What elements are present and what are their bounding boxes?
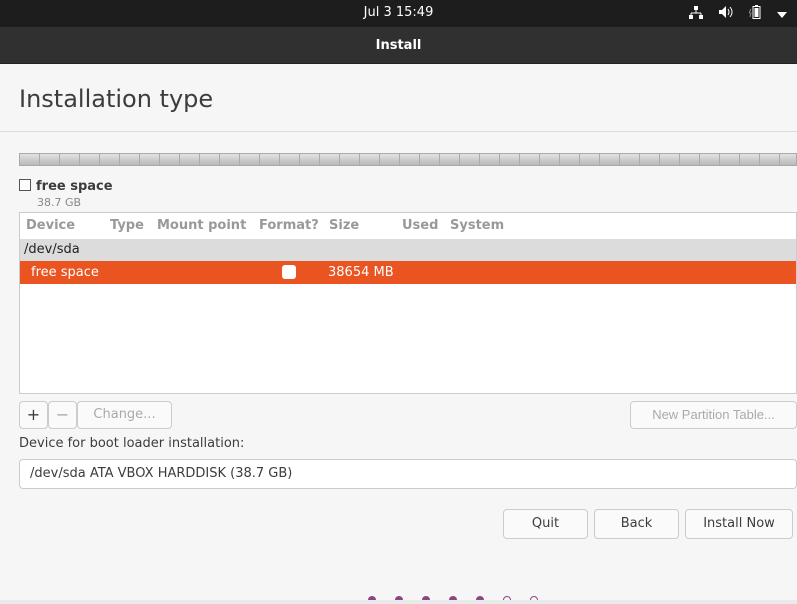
install-now-button[interactable]: Install Now: [685, 509, 793, 539]
window-title: Install: [0, 27, 797, 64]
remove-partition-button[interactable]: −: [48, 401, 77, 429]
top-bar: Jul 3 15:49: [0, 0, 797, 27]
legend-swatch: [19, 179, 31, 191]
legend-name: free space: [36, 179, 113, 194]
partition-legend: free space 38.7 GB: [19, 175, 113, 209]
page-title: Installation type: [19, 85, 214, 113]
change-button[interactable]: Change...: [77, 401, 172, 429]
volume-icon[interactable]: [719, 6, 733, 21]
bottom-edge: [0, 600, 797, 604]
partition-table[interactable]: Device Type Mount point Format? Size Use…: [19, 212, 797, 394]
col-device[interactable]: Device: [26, 218, 75, 233]
chevron-down-icon[interactable]: [777, 7, 787, 21]
table-header: Device Type Mount point Format? Size Use…: [20, 213, 796, 239]
battery-icon[interactable]: [748, 5, 761, 22]
col-used[interactable]: Used: [402, 218, 438, 233]
col-type[interactable]: Type: [110, 218, 144, 233]
partition-bar: [19, 153, 797, 166]
col-size[interactable]: Size: [329, 218, 359, 233]
legend-size: 38.7 GB: [37, 196, 82, 209]
divider: [0, 131, 797, 132]
add-partition-button[interactable]: +: [19, 401, 48, 429]
bootloader-label: Device for boot loader installation:: [19, 436, 245, 451]
bootloader-select[interactable]: /dev/sda ATA VBOX HARDDISK (38.7 GB): [19, 459, 797, 489]
table-row[interactable]: free space 38654 MB: [20, 261, 796, 284]
network-icon[interactable]: [689, 5, 703, 22]
clock[interactable]: Jul 3 15:49: [0, 5, 797, 20]
row-size: 38654 MB: [328, 265, 394, 280]
new-partition-table-button[interactable]: New Partition Table...: [630, 401, 797, 429]
col-mount-point[interactable]: Mount point: [157, 218, 246, 233]
row-device: free space: [31, 265, 99, 280]
col-system[interactable]: System: [450, 218, 504, 233]
system-tray[interactable]: [689, 5, 787, 22]
quit-button[interactable]: Quit: [503, 509, 588, 539]
format-checkbox[interactable]: [282, 265, 296, 279]
back-button[interactable]: Back: [594, 509, 679, 539]
device-row[interactable]: /dev/sda: [20, 239, 796, 261]
col-format[interactable]: Format?: [259, 218, 319, 233]
